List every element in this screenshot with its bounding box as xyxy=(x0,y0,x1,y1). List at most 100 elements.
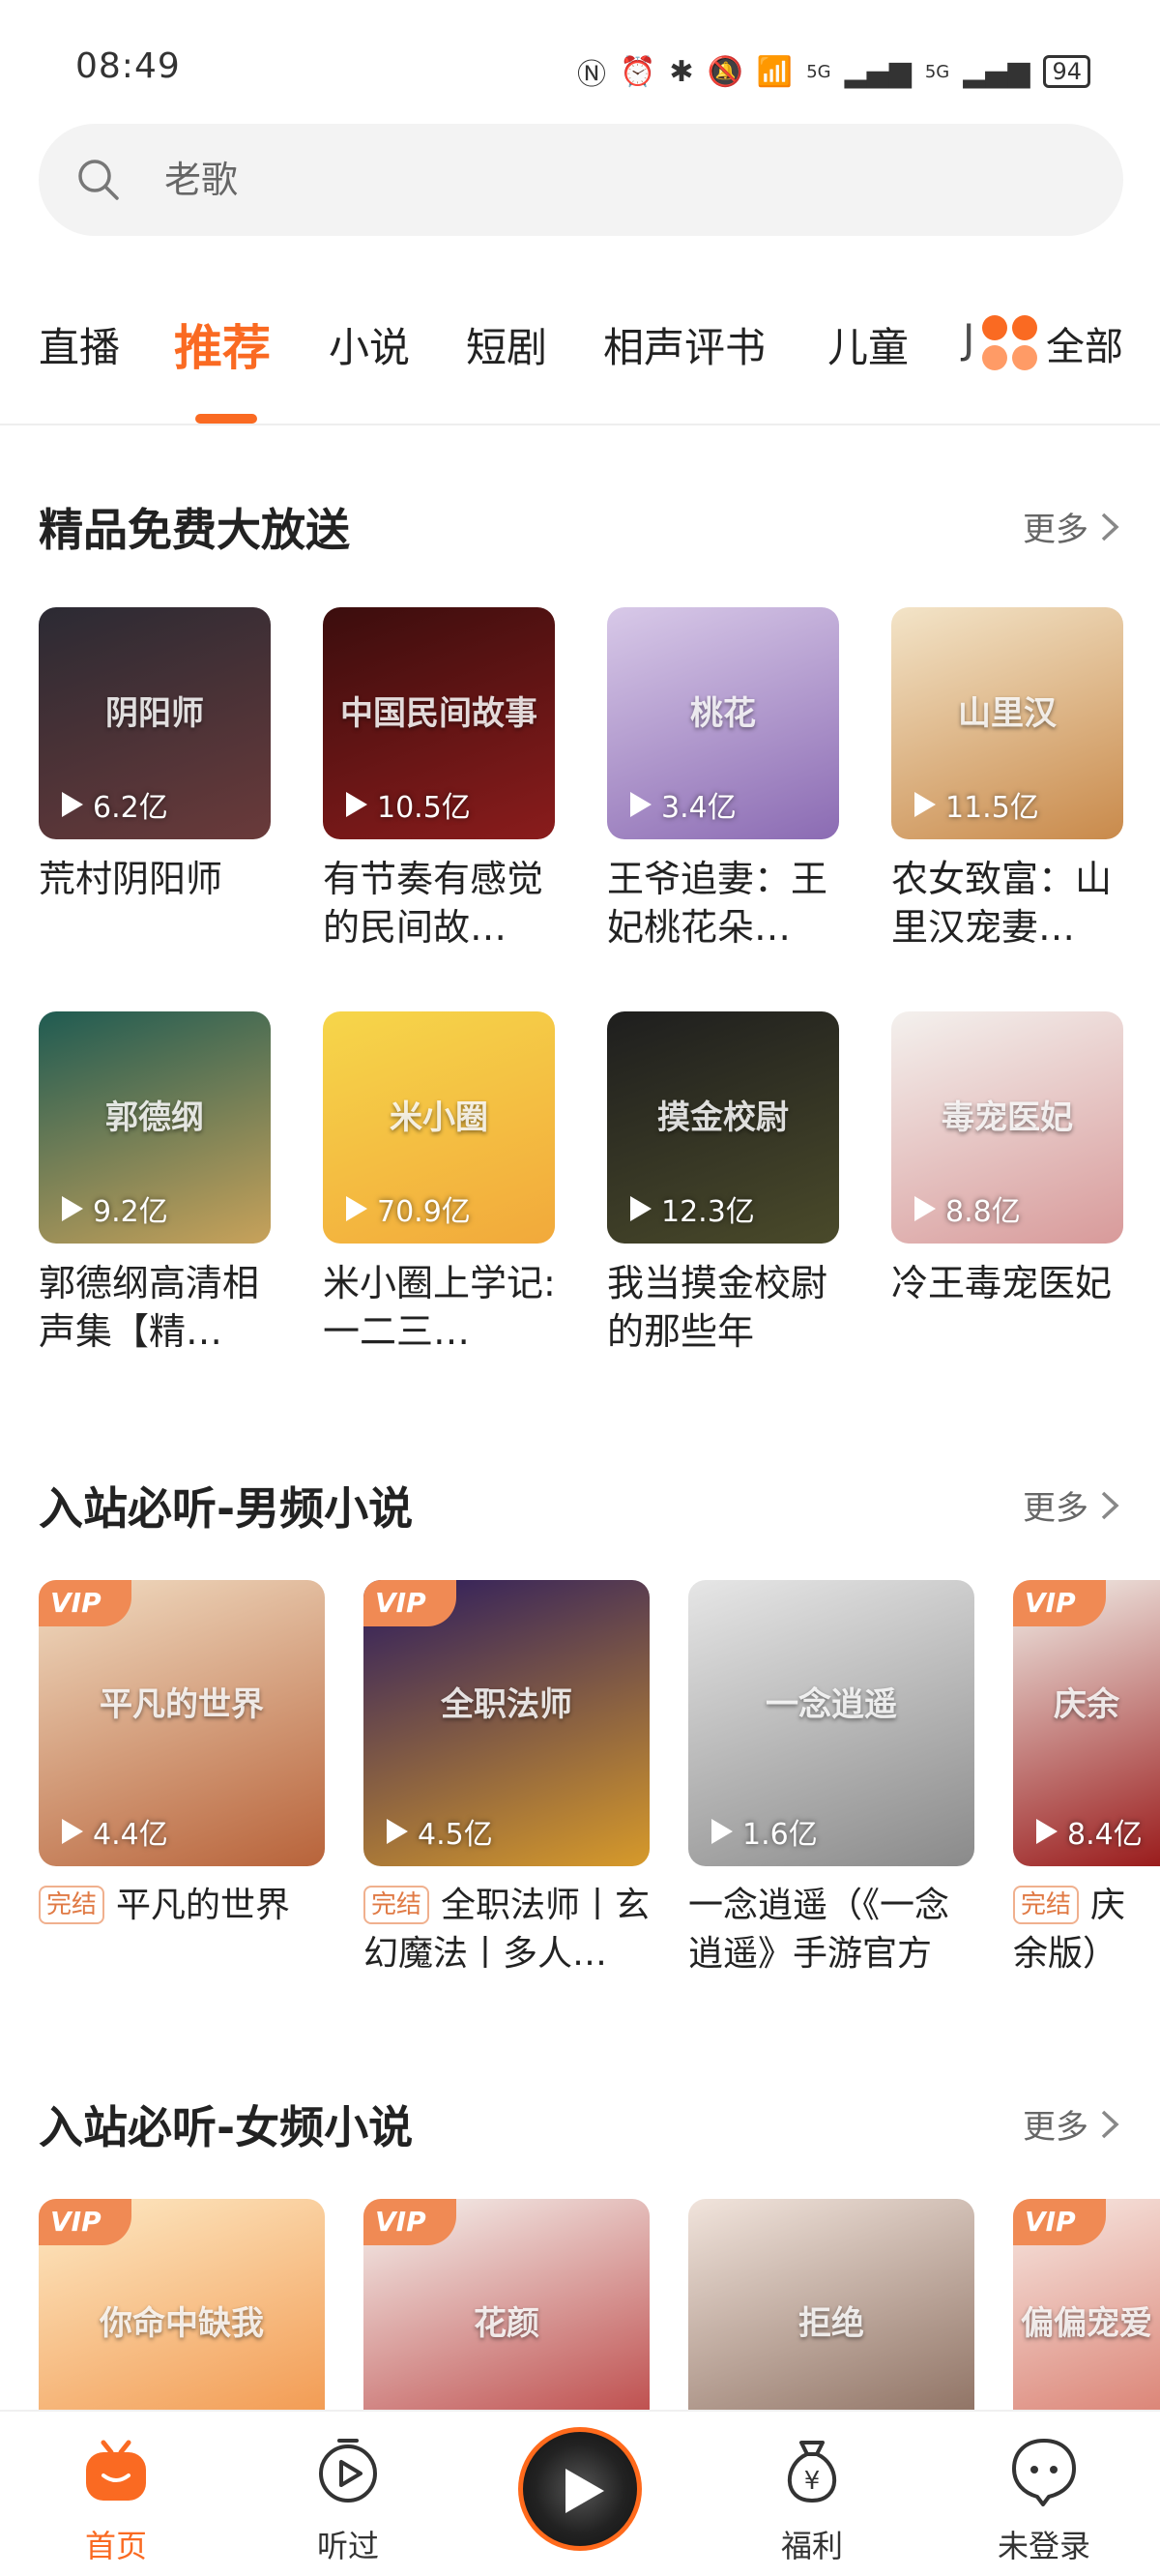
book-cover[interactable]: 全职法师 VIP 4.5亿 xyxy=(363,1580,650,1866)
book-cover[interactable]: 米小圈 70.9亿 xyxy=(323,1011,555,1244)
search-icon xyxy=(78,160,119,200)
nav-profile[interactable]: 未登录 xyxy=(967,2433,1121,2566)
nav-home[interactable]: 首页 xyxy=(39,2433,193,2566)
cover-art-title: 郭德纲 xyxy=(105,1098,204,1137)
cover-art-title: 桃花 xyxy=(690,693,756,733)
network-label-1: 5G xyxy=(806,61,831,82)
play-count: 1.6亿 xyxy=(710,1810,818,1853)
play-count-label: 6.2亿 xyxy=(93,791,168,825)
book-cover[interactable]: 毒宠医妃 8.8亿 xyxy=(891,1011,1123,1244)
vip-badge: VIP xyxy=(1013,1580,1106,1626)
book-title[interactable]: 完结 平凡的世界 xyxy=(39,1882,329,1978)
book-cover[interactable]: 山里汉 11.5亿 xyxy=(891,607,1123,839)
play-count: 10.5亿 xyxy=(344,783,471,826)
play-icon xyxy=(387,1819,408,1844)
book-title[interactable]: 米小圈上学记:一二三… xyxy=(323,1259,559,1356)
play-count-label: 11.5亿 xyxy=(945,791,1039,825)
nav-welfare-label: 福利 xyxy=(780,2528,843,2564)
grid-dots-icon xyxy=(982,315,1038,371)
play-history-icon xyxy=(319,2439,377,2503)
more-button[interactable]: 更多 xyxy=(1023,2100,1121,2148)
status-time: 08:49 xyxy=(75,46,181,86)
battery-indicator: 94 xyxy=(1043,55,1090,88)
play-icon xyxy=(346,792,367,817)
cover-art-title: 山里汉 xyxy=(958,693,1057,733)
tab-active-indicator xyxy=(195,414,257,424)
book-title[interactable]: 荒村阴阳师 xyxy=(39,855,275,951)
cover-art-title: 米小圈 xyxy=(390,1098,488,1137)
home-tv-icon xyxy=(86,2440,146,2501)
tab-crosstalk[interactable]: 相声评书 xyxy=(603,315,766,374)
play-count: 6.2亿 xyxy=(60,783,168,826)
book-title[interactable]: 我当摸金校尉的那些年 xyxy=(607,1259,843,1356)
tab-recommend[interactable]: 推荐 xyxy=(174,309,271,379)
play-count-label: 8.4亿 xyxy=(1067,1818,1143,1852)
book-title[interactable]: 一念逍遥（《一念逍遥》手游官方小… xyxy=(688,1882,978,1978)
nav-history[interactable]: 听过 xyxy=(271,2433,425,2566)
cover-art-title: 摸金校尉 xyxy=(657,1098,789,1137)
more-button[interactable]: 更多 xyxy=(1023,1481,1121,1529)
book-cover[interactable]: 平凡的世界 VIP 4.4亿 xyxy=(39,1580,325,1866)
play-count: 11.5亿 xyxy=(913,783,1039,826)
book-cover[interactable]: 中国民间故事 10.5亿 xyxy=(323,607,555,839)
book-title[interactable]: 王爷追妻：王妃桃花朵… xyxy=(607,855,843,951)
more-label: 更多 xyxy=(1023,1489,1088,1528)
book-title[interactable]: 完结 庆余版） xyxy=(1013,1882,1160,1978)
section-header-free: 精品免费大放送 更多 xyxy=(39,495,1121,563)
play-icon xyxy=(630,792,652,817)
vip-badge: VIP xyxy=(39,2199,131,2245)
book-title[interactable]: 冷王毒宠医妃 xyxy=(891,1259,1127,1356)
book-cover[interactable]: 桃花 3.4亿 xyxy=(607,607,839,839)
book-cover[interactable]: 一念逍遥 1.6亿 xyxy=(688,1580,974,1866)
cover-art-title: 一念逍遥 xyxy=(766,1684,897,1724)
bottom-navigation: 首页 听过 ¥ 福利 未登录 xyxy=(0,2410,1160,2576)
cover-art-title: 花颜 xyxy=(474,2303,539,2343)
book-title[interactable]: 完结 全职法师丨玄幻魔法丨多人… xyxy=(363,1882,653,1978)
status-bar: 08:49 Ⓝ ⏰ ✱ 🔕 📶 5G ▂▄▆ 5G ▂▄▆ 94 xyxy=(0,0,1160,116)
play-count-label: 70.9亿 xyxy=(377,1195,471,1229)
now-playing-button[interactable] xyxy=(518,2427,642,2551)
tab-short-drama[interactable]: 短剧 xyxy=(466,315,547,374)
book-title-text: 一念逍遥（《一念逍遥》手游官方小… xyxy=(688,1886,950,1974)
network-label-2: 5G xyxy=(924,61,950,82)
section-title: 入站必听-女频小说 xyxy=(39,2101,414,2153)
tab-novel[interactable]: 小说 xyxy=(329,315,410,374)
book-title[interactable]: 郭德纲高清相声集【精… xyxy=(39,1259,275,1356)
tab-live[interactable]: 直播 xyxy=(39,315,120,374)
book-title[interactable]: 有节奏有感觉的民间故… xyxy=(323,855,559,951)
book-title[interactable]: 农女致富：山里汉宠妻… xyxy=(891,855,1127,951)
all-categories-button[interactable]: 全部 xyxy=(976,315,1123,371)
play-count-label: 9.2亿 xyxy=(93,1195,168,1229)
nav-welfare[interactable]: ¥ 福利 xyxy=(735,2433,889,2566)
cover-art-title: 你命中缺我 xyxy=(100,2303,264,2343)
book-cover[interactable]: 郭德纲 9.2亿 xyxy=(39,1011,271,1244)
play-icon xyxy=(1036,1819,1058,1844)
play-count: 12.3亿 xyxy=(628,1187,755,1230)
play-icon xyxy=(711,1819,733,1844)
vip-badge: VIP xyxy=(363,2199,456,2245)
play-icon xyxy=(62,792,83,817)
chat-face-icon xyxy=(1012,2439,1076,2506)
search-input[interactable]: 老歌 xyxy=(164,124,238,236)
more-label: 更多 xyxy=(1023,2108,1088,2147)
tab-children[interactable]: 儿童 xyxy=(827,315,909,374)
mute-icon: 🔕 xyxy=(707,54,743,89)
book-cover[interactable]: 摸金校尉 12.3亿 xyxy=(607,1011,839,1244)
search-bar[interactable]: 老歌 xyxy=(39,124,1123,236)
play-count: 70.9亿 xyxy=(344,1187,471,1230)
play-count-label: 12.3亿 xyxy=(661,1195,755,1229)
completed-badge: 完结 xyxy=(363,1886,430,1924)
book-cover[interactable]: 庆余 VIP 8.4亿 xyxy=(1013,1580,1160,1866)
chevron-right-icon xyxy=(1101,1491,1119,1519)
signal-icon-1: ▂▄▆ xyxy=(844,54,912,89)
all-categories-label: 全部 xyxy=(1046,325,1123,369)
completed-badge: 完结 xyxy=(39,1886,105,1924)
book-cover[interactable]: 阴阳师 6.2亿 xyxy=(39,607,271,839)
cover-art-title: 拒绝 xyxy=(798,2303,864,2343)
play-count-label: 3.4亿 xyxy=(661,791,737,825)
more-button[interactable]: 更多 xyxy=(1023,503,1121,550)
play-icon xyxy=(630,1196,652,1221)
category-tabs: 直播 推荐 小说 短剧 相声评书 儿童 J 全部 xyxy=(0,290,1160,425)
chevron-right-icon xyxy=(1101,2110,1119,2138)
signal-icon-2: ▂▄▆ xyxy=(963,54,1030,89)
